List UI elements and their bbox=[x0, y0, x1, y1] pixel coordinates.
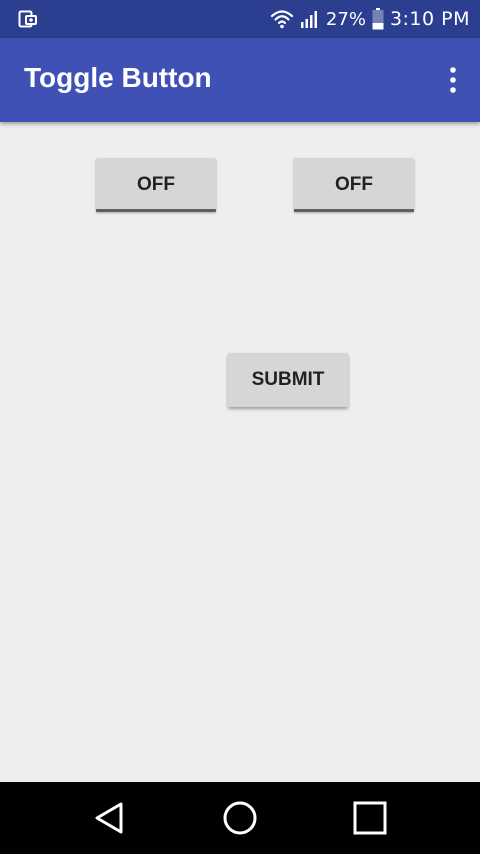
back-icon[interactable] bbox=[90, 798, 130, 838]
toggle-button-2-indicator bbox=[294, 209, 414, 212]
status-right-group: 27% 3:10 PM bbox=[270, 0, 470, 38]
navigation-bar bbox=[0, 782, 480, 854]
toggle-button-1[interactable]: OFF bbox=[96, 158, 216, 212]
overflow-menu-icon[interactable] bbox=[448, 66, 458, 94]
battery-icon bbox=[372, 8, 384, 30]
app-bar: Toggle Button bbox=[0, 38, 480, 122]
home-icon[interactable] bbox=[220, 798, 260, 838]
toggle-button-2-label: OFF bbox=[335, 174, 373, 195]
status-bar: 27% 3:10 PM bbox=[0, 0, 480, 38]
battery-percent: 27% bbox=[325, 8, 366, 30]
toggle-button-2[interactable]: OFF bbox=[294, 158, 414, 212]
screenshot-notification-icon bbox=[18, 9, 38, 29]
recents-icon[interactable] bbox=[350, 798, 390, 838]
status-time: 3:10 PM bbox=[389, 8, 470, 30]
app-title: Toggle Button bbox=[24, 62, 212, 93]
signal-icon bbox=[300, 9, 320, 29]
wifi-icon bbox=[270, 9, 294, 29]
toggle-button-1-indicator bbox=[96, 209, 216, 212]
submit-button[interactable]: SUBMIT bbox=[228, 353, 348, 407]
main-content: OFF OFF SUBMIT bbox=[0, 122, 480, 782]
toggle-button-1-label: OFF bbox=[137, 174, 175, 195]
